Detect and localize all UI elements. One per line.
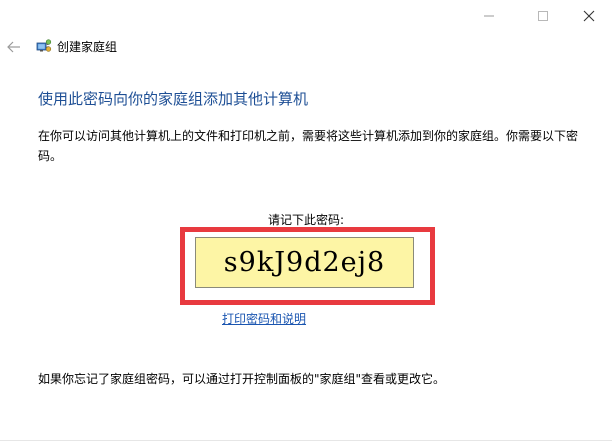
footer-note: 如果你忘记了家庭组密码，可以通过打开控制面板的"家庭组"查看或更改它。 (38, 372, 446, 386)
title-bar (0, 0, 612, 32)
password-label: 请记下此密码: (267, 213, 345, 227)
maximize-button[interactable] (520, 0, 566, 32)
navigation-bar: 创建家庭组 (0, 32, 612, 62)
minimize-button[interactable] (466, 0, 512, 32)
print-password-link[interactable]: 打印密码和说明 (222, 311, 306, 327)
maximize-icon (538, 11, 548, 21)
back-button[interactable] (4, 38, 24, 56)
page-heading: 使用此密码向你的家庭组添加其他计算机 (38, 90, 309, 108)
minimize-icon (484, 11, 494, 21)
homegroup-icon (36, 38, 52, 54)
close-button[interactable] (566, 0, 612, 32)
description-text: 在你可以访问其他计算机上的文件和打印机之前，需要将这些计算机添加到你的家庭组。你… (38, 129, 579, 163)
window-title: 创建家庭组 (57, 40, 118, 54)
close-icon (583, 10, 595, 22)
password-display: s9kJ9d2ej8 (195, 237, 414, 288)
back-arrow-icon (7, 38, 21, 57)
